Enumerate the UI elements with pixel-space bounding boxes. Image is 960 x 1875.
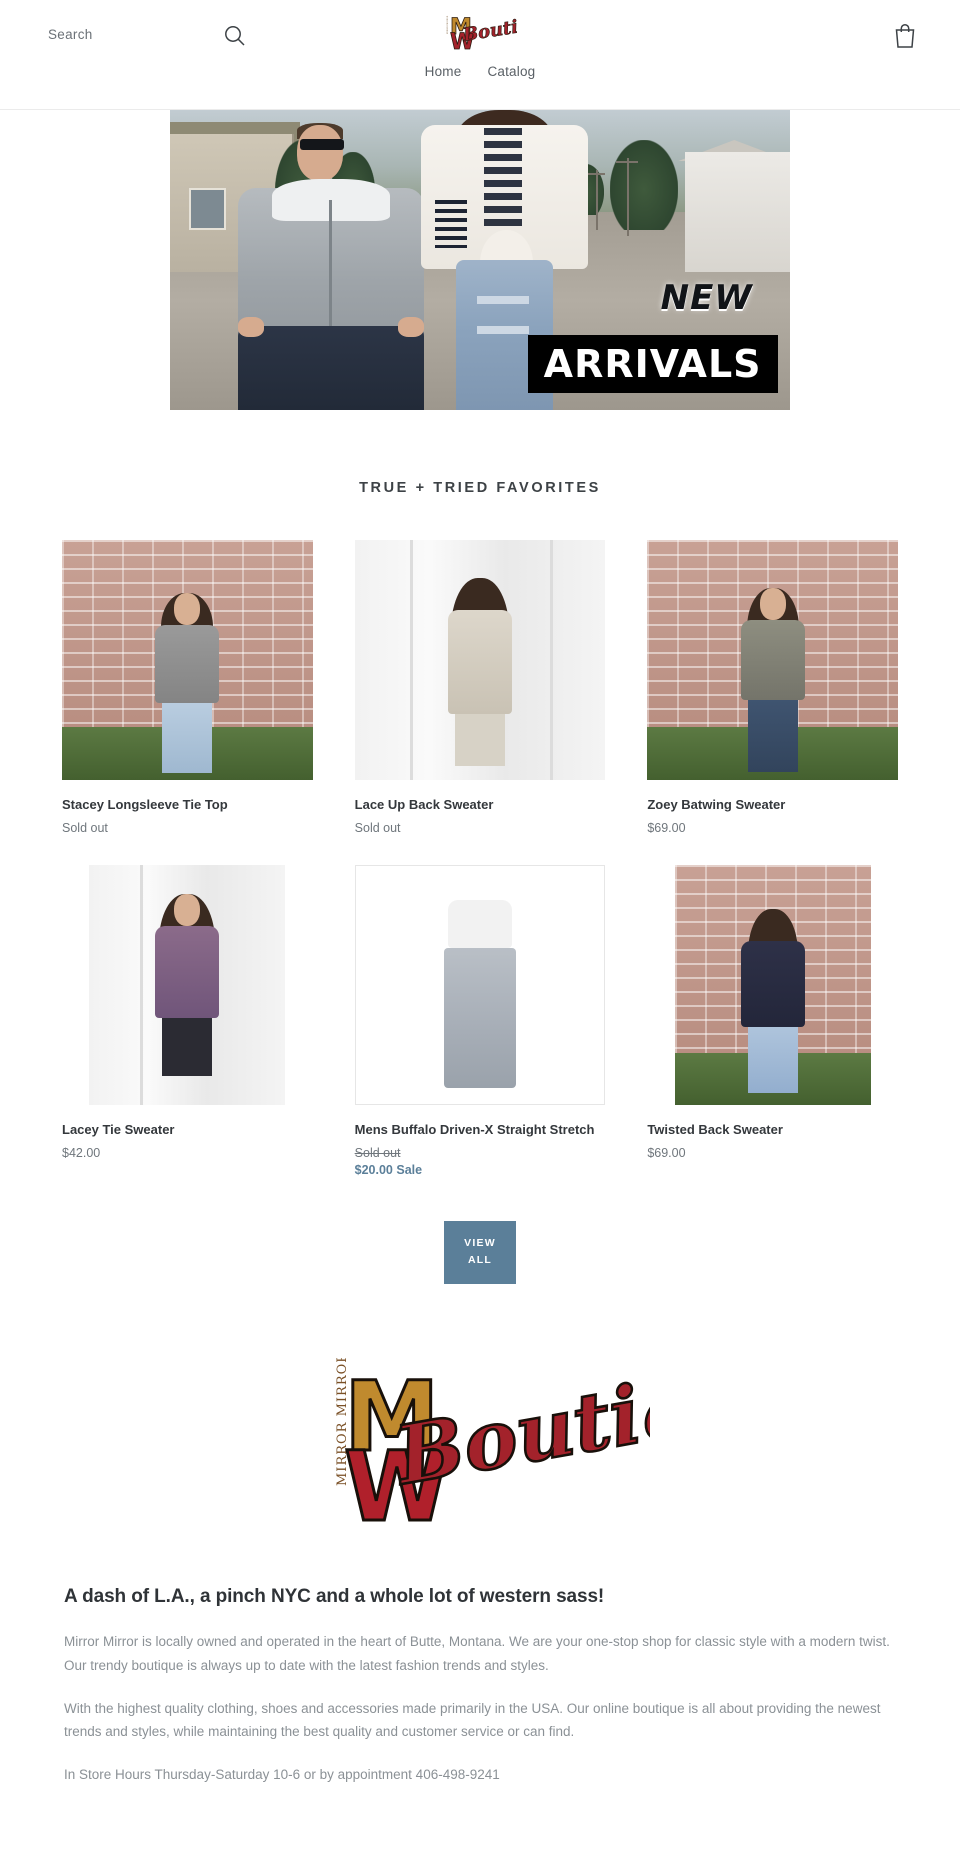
- product-photo: [674, 865, 871, 1106]
- featured-collection: TRUE + TRIED FAVORITES Stacey Longsleeve…: [0, 410, 960, 1285]
- search-input[interactable]: [48, 27, 218, 42]
- nav-home[interactable]: Home: [425, 64, 462, 79]
- product-price: Sold out: [62, 820, 108, 835]
- product-price: Sold out: [354, 1145, 401, 1160]
- view-all-container: View All: [0, 1220, 960, 1285]
- model-zipper: [329, 200, 333, 332]
- product-photo: [354, 540, 606, 780]
- product-card[interactable]: Zoey Batwing Sweater $69.00: [633, 540, 912, 865]
- product-card[interactable]: Stacey Longsleeve Tie Top Sold out: [48, 540, 327, 865]
- product-image: [62, 865, 313, 1106]
- product-image: [647, 865, 898, 1106]
- product-image: [354, 540, 606, 780]
- product-price: Sold out: [354, 820, 401, 835]
- product-card[interactable]: Twisted Back Sweater $69.00: [633, 865, 912, 1204]
- hero-building-right: [684, 152, 790, 272]
- hero-utility-pole: [595, 170, 598, 230]
- product-sale-price: $20.00 Sale: [354, 1162, 423, 1177]
- hero-tree: [610, 140, 679, 230]
- photo-model: [740, 908, 805, 1106]
- photo-model: [447, 578, 512, 780]
- product-title: Twisted Back Sweater: [647, 1122, 783, 1138]
- product-card[interactable]: Lacey Tie Sweater $42.00: [48, 865, 327, 1204]
- logo-icon: MIRROR MIRROR M W Boutique: [447, 12, 517, 52]
- photo-model: [155, 894, 220, 1105]
- hero-window-left: [188, 188, 226, 230]
- product-title: Zoey Batwing Sweater: [647, 797, 786, 812]
- hero-section: NEW ARRIVALS: [0, 110, 960, 410]
- hero-banner[interactable]: NEW ARRIVALS: [170, 110, 790, 410]
- product-photo: [89, 865, 286, 1106]
- photo-model: [155, 592, 220, 780]
- product-price: $69.00: [647, 820, 686, 835]
- about-paragraph-2: With the highest quality clothing, shoes…: [64, 1700, 881, 1739]
- model-head: [297, 125, 344, 181]
- product-photo: [647, 540, 898, 780]
- brand-logo-section: MIRROR MIRROR M W Boutique: [0, 1284, 960, 1564]
- main-navigation: Home Catalog: [0, 64, 960, 79]
- model-jean-rip: [477, 296, 530, 304]
- model-jean-rip: [477, 326, 530, 334]
- product-title: Lace Up Back Sweater: [354, 797, 494, 812]
- hero-overlay-new: NEW: [660, 278, 753, 318]
- svg-text:MIRROR MIRROR: MIRROR MIRROR: [447, 15, 449, 34]
- hero-model-male: [226, 110, 437, 410]
- model-hand: [238, 317, 265, 337]
- hero-pole-crossbar: [616, 161, 639, 163]
- product-price: $42.00: [62, 1145, 101, 1160]
- model-embroidery: [483, 128, 523, 230]
- sunglasses-icon: [299, 138, 344, 150]
- hero-overlay-box: ARRIVALS: [527, 335, 778, 393]
- product-title: Mens Buffalo Driven-X Straight Stretch: [354, 1122, 595, 1138]
- product-image: [354, 865, 606, 1106]
- about-section: A dash of L.A., a pinch NYC and a whole …: [48, 1564, 912, 1866]
- product-card[interactable]: Lace Up Back Sweater Sold out: [341, 540, 620, 865]
- nav-catalog[interactable]: Catalog: [487, 64, 535, 79]
- about-paragraph-1: Mirror Mirror is locally owned and opera…: [64, 1634, 890, 1673]
- search-form: [48, 27, 248, 42]
- brand-logo-icon: MIRROR MIRROR M W Boutique: [335, 1358, 650, 1530]
- product-title: Lacey Tie Sweater: [62, 1122, 175, 1138]
- photo-model: [443, 899, 516, 1105]
- about-store-hours: In Store Hours Thursday-Saturday 10-6 or…: [64, 1767, 500, 1783]
- hero-utility-pole: [626, 158, 629, 236]
- model-jeans: [238, 326, 424, 410]
- search-icon[interactable]: [222, 23, 248, 49]
- product-title: Stacey Longsleeve Tie Top: [62, 797, 228, 812]
- product-image: [62, 540, 313, 780]
- view-all-button[interactable]: View All: [444, 1220, 516, 1285]
- product-photo: [354, 865, 606, 1106]
- site-header: MIRROR MIRROR M W Boutique Home Catalog: [0, 0, 960, 110]
- product-card[interactable]: Mens Buffalo Driven-X Straight Stretch S…: [341, 865, 620, 1204]
- product-photo: [62, 540, 313, 780]
- product-grid: Stacey Longsleeve Tie Top Sold out Lace …: [48, 540, 912, 1205]
- product-price: $69.00: [647, 1145, 686, 1160]
- model-embroidery: [435, 200, 467, 248]
- product-image: [647, 540, 898, 780]
- site-logo[interactable]: MIRROR MIRROR M W Boutique: [443, 12, 517, 52]
- cart-icon[interactable]: [892, 22, 918, 50]
- hero-overlay-arrivals: ARRIVALS: [543, 342, 762, 386]
- section-title: TRUE + TRIED FAVORITES: [359, 480, 601, 496]
- photo-model: [740, 588, 805, 780]
- about-heading: A dash of L.A., a pinch NYC and a whole …: [64, 1586, 605, 1608]
